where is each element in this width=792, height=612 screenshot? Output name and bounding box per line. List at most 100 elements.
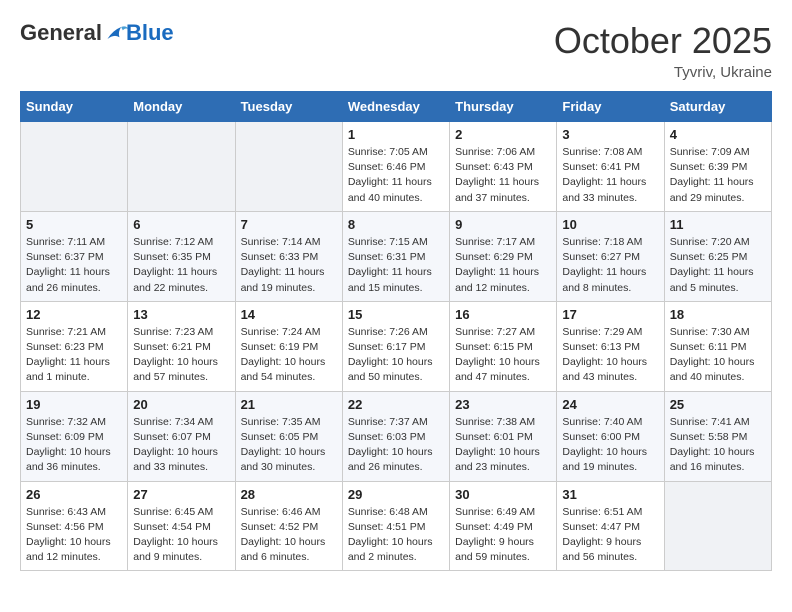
- weekday-header-cell: Saturday: [664, 92, 771, 122]
- day-info: Sunrise: 7:24 AMSunset: 6:19 PMDaylight:…: [241, 325, 337, 386]
- day-info: Sunrise: 7:20 AMSunset: 6:25 PMDaylight:…: [670, 235, 766, 296]
- calendar-day-cell: 1 Sunrise: 7:05 AMSunset: 6:46 PMDaylight…: [342, 122, 449, 212]
- day-number: 31: [562, 487, 658, 502]
- day-info: Sunrise: 7:08 AMSunset: 6:41 PMDaylight:…: [562, 145, 658, 206]
- calendar-day-cell: 14Sunrise: 7:24 AMSunset: 6:19 PMDayligh…: [235, 301, 342, 391]
- calendar-day-cell: 4 Sunrise: 7:09 AMSunset: 6:39 PMDaylight…: [664, 122, 771, 212]
- weekday-header-cell: Friday: [557, 92, 664, 122]
- day-number: 1: [348, 127, 444, 142]
- day-number: 22: [348, 397, 444, 412]
- calendar-day-cell: 19 Sunrise: 7:32 AMSunset: 6:09 PMDayligh…: [21, 391, 128, 481]
- calendar-day-cell: 22 Sunrise: 7:37 AMSunset: 6:03 PMDayligh…: [342, 391, 449, 481]
- day-info: Sunrise: 7:37 AMSunset: 6:03 PMDaylight:…: [348, 415, 444, 476]
- day-number: 25: [670, 397, 766, 412]
- day-number: 8: [348, 217, 444, 232]
- day-info: Sunrise: 7:23 AMSunset: 6:21 PMDaylight:…: [133, 325, 229, 386]
- day-number: 2: [455, 127, 551, 142]
- day-info: Sunrise: 7:15 AMSunset: 6:31 PMDaylight:…: [348, 235, 444, 296]
- calendar-day-cell: 3 Sunrise: 7:08 AMSunset: 6:41 PMDaylight…: [557, 122, 664, 212]
- calendar-day-cell: 10Sunrise: 7:18 AMSunset: 6:27 PMDayligh…: [557, 211, 664, 301]
- calendar-day-cell: 16Sunrise: 7:27 AMSunset: 6:15 PMDayligh…: [450, 301, 557, 391]
- calendar-body: 1 Sunrise: 7:05 AMSunset: 6:46 PMDaylight…: [21, 122, 772, 571]
- day-number: 6: [133, 217, 229, 232]
- calendar-day-cell: 30Sunrise: 6:49 AMSunset: 4:49 PMDayligh…: [450, 481, 557, 571]
- day-info: Sunrise: 6:45 AMSunset: 4:54 PMDaylight:…: [133, 505, 229, 566]
- location-subtitle: Tyvriv, Ukraine: [554, 64, 772, 81]
- day-number: 20: [133, 397, 229, 412]
- day-info: Sunrise: 7:27 AMSunset: 6:15 PMDaylight:…: [455, 325, 551, 386]
- day-number: 9: [455, 217, 551, 232]
- calendar-day-cell: 25Sunrise: 7:41 AMSunset: 5:58 PMDayligh…: [664, 391, 771, 481]
- day-number: 19: [26, 397, 122, 412]
- day-info: Sunrise: 7:14 AMSunset: 6:33 PMDaylight:…: [241, 235, 337, 296]
- day-info: Sunrise: 7:26 AMSunset: 6:17 PMDaylight:…: [348, 325, 444, 386]
- day-number: 5: [26, 217, 122, 232]
- page-header: General Blue October 2025 Tyvriv, Ukrain…: [20, 20, 772, 81]
- day-info: Sunrise: 7:06 AMSunset: 6:43 PMDaylight:…: [455, 145, 551, 206]
- day-info: Sunrise: 7:09 AMSunset: 6:39 PMDaylight:…: [670, 145, 766, 206]
- logo-blue: Blue: [126, 20, 174, 46]
- calendar-day-cell: 9 Sunrise: 7:17 AMSunset: 6:29 PMDaylight…: [450, 211, 557, 301]
- day-info: Sunrise: 6:46 AMSunset: 4:52 PMDaylight:…: [241, 505, 337, 566]
- logo-general: General: [20, 20, 102, 46]
- calendar-day-cell: 12 Sunrise: 7:21 AMSunset: 6:23 PMDayligh…: [21, 301, 128, 391]
- day-number: 26: [26, 487, 122, 502]
- day-info: Sunrise: 6:51 AMSunset: 4:47 PMDaylight:…: [562, 505, 658, 566]
- weekday-header-cell: Monday: [128, 92, 235, 122]
- calendar-table: SundayMondayTuesdayWednesdayThursdayFrid…: [20, 91, 772, 571]
- day-info: Sunrise: 7:12 AMSunset: 6:35 PMDaylight:…: [133, 235, 229, 296]
- weekday-header-cell: Wednesday: [342, 92, 449, 122]
- day-info: Sunrise: 6:49 AMSunset: 4:49 PMDaylight:…: [455, 505, 551, 566]
- day-info: Sunrise: 7:29 AMSunset: 6:13 PMDaylight:…: [562, 325, 658, 386]
- day-number: 12: [26, 307, 122, 322]
- calendar-day-cell: 26 Sunrise: 6:43 AMSunset: 4:56 PMDayligh…: [21, 481, 128, 571]
- day-info: Sunrise: 7:30 AMSunset: 6:11 PMDaylight:…: [670, 325, 766, 386]
- day-number: 24: [562, 397, 658, 412]
- day-number: 21: [241, 397, 337, 412]
- calendar-day-cell: 28 Sunrise: 6:46 AMSunset: 4:52 PMDayligh…: [235, 481, 342, 571]
- day-number: 13: [133, 307, 229, 322]
- day-info: Sunrise: 7:11 AMSunset: 6:37 PMDaylight:…: [26, 235, 122, 296]
- day-info: Sunrise: 7:35 AMSunset: 6:05 PMDaylight:…: [241, 415, 337, 476]
- day-info: Sunrise: 6:43 AMSunset: 4:56 PMDaylight:…: [26, 505, 122, 566]
- calendar-day-cell: 20 Sunrise: 7:34 AMSunset: 6:07 PMDayligh…: [128, 391, 235, 481]
- day-number: 4: [670, 127, 766, 142]
- day-info: Sunrise: 7:05 AMSunset: 6:46 PMDaylight:…: [348, 145, 444, 206]
- weekday-header-row: SundayMondayTuesdayWednesdayThursdayFrid…: [21, 92, 772, 122]
- day-number: 27: [133, 487, 229, 502]
- day-number: 3: [562, 127, 658, 142]
- day-number: 7: [241, 217, 337, 232]
- day-info: Sunrise: 7:38 AMSunset: 6:01 PMDaylight:…: [455, 415, 551, 476]
- calendar-day-cell: 11 Sunrise: 7:20 AMSunset: 6:25 PMDayligh…: [664, 211, 771, 301]
- day-number: 29: [348, 487, 444, 502]
- calendar-week-row: 19 Sunrise: 7:32 AMSunset: 6:09 PMDayligh…: [21, 391, 772, 481]
- day-info: Sunrise: 7:21 AMSunset: 6:23 PMDaylight:…: [26, 325, 122, 386]
- calendar-day-cell: [235, 122, 342, 212]
- day-number: 23: [455, 397, 551, 412]
- month-year-title: October 2025: [554, 20, 772, 62]
- calendar-day-cell: 8 Sunrise: 7:15 AMSunset: 6:31 PMDaylight…: [342, 211, 449, 301]
- day-number: 18: [670, 307, 766, 322]
- calendar-week-row: 26 Sunrise: 6:43 AMSunset: 4:56 PMDayligh…: [21, 481, 772, 571]
- calendar-day-cell: [664, 481, 771, 571]
- day-number: 10: [562, 217, 658, 232]
- day-info: Sunrise: 7:17 AMSunset: 6:29 PMDaylight:…: [455, 235, 551, 296]
- calendar-day-cell: 29Sunrise: 6:48 AMSunset: 4:51 PMDayligh…: [342, 481, 449, 571]
- calendar-day-cell: 18 Sunrise: 7:30 AMSunset: 6:11 PMDayligh…: [664, 301, 771, 391]
- calendar-day-cell: 6 Sunrise: 7:12 AMSunset: 6:35 PMDaylight…: [128, 211, 235, 301]
- calendar-day-cell: 23 Sunrise: 7:38 AMSunset: 6:01 PMDayligh…: [450, 391, 557, 481]
- day-info: Sunrise: 7:34 AMSunset: 6:07 PMDaylight:…: [133, 415, 229, 476]
- calendar-day-cell: 17Sunrise: 7:29 AMSunset: 6:13 PMDayligh…: [557, 301, 664, 391]
- day-number: 28: [241, 487, 337, 502]
- calendar-week-row: 1 Sunrise: 7:05 AMSunset: 6:46 PMDaylight…: [21, 122, 772, 212]
- calendar-day-cell: 31 Sunrise: 6:51 AMSunset: 4:47 PMDayligh…: [557, 481, 664, 571]
- calendar-day-cell: 2 Sunrise: 7:06 AMSunset: 6:43 PMDaylight…: [450, 122, 557, 212]
- calendar-day-cell: 7 Sunrise: 7:14 AMSunset: 6:33 PMDaylight…: [235, 211, 342, 301]
- day-info: Sunrise: 7:40 AMSunset: 6:00 PMDaylight:…: [562, 415, 658, 476]
- calendar-day-cell: 27 Sunrise: 6:45 AMSunset: 4:54 PMDayligh…: [128, 481, 235, 571]
- calendar-week-row: 12 Sunrise: 7:21 AMSunset: 6:23 PMDayligh…: [21, 301, 772, 391]
- day-info: Sunrise: 7:32 AMSunset: 6:09 PMDaylight:…: [26, 415, 122, 476]
- day-number: 15: [348, 307, 444, 322]
- day-number: 11: [670, 217, 766, 232]
- weekday-header-cell: Tuesday: [235, 92, 342, 122]
